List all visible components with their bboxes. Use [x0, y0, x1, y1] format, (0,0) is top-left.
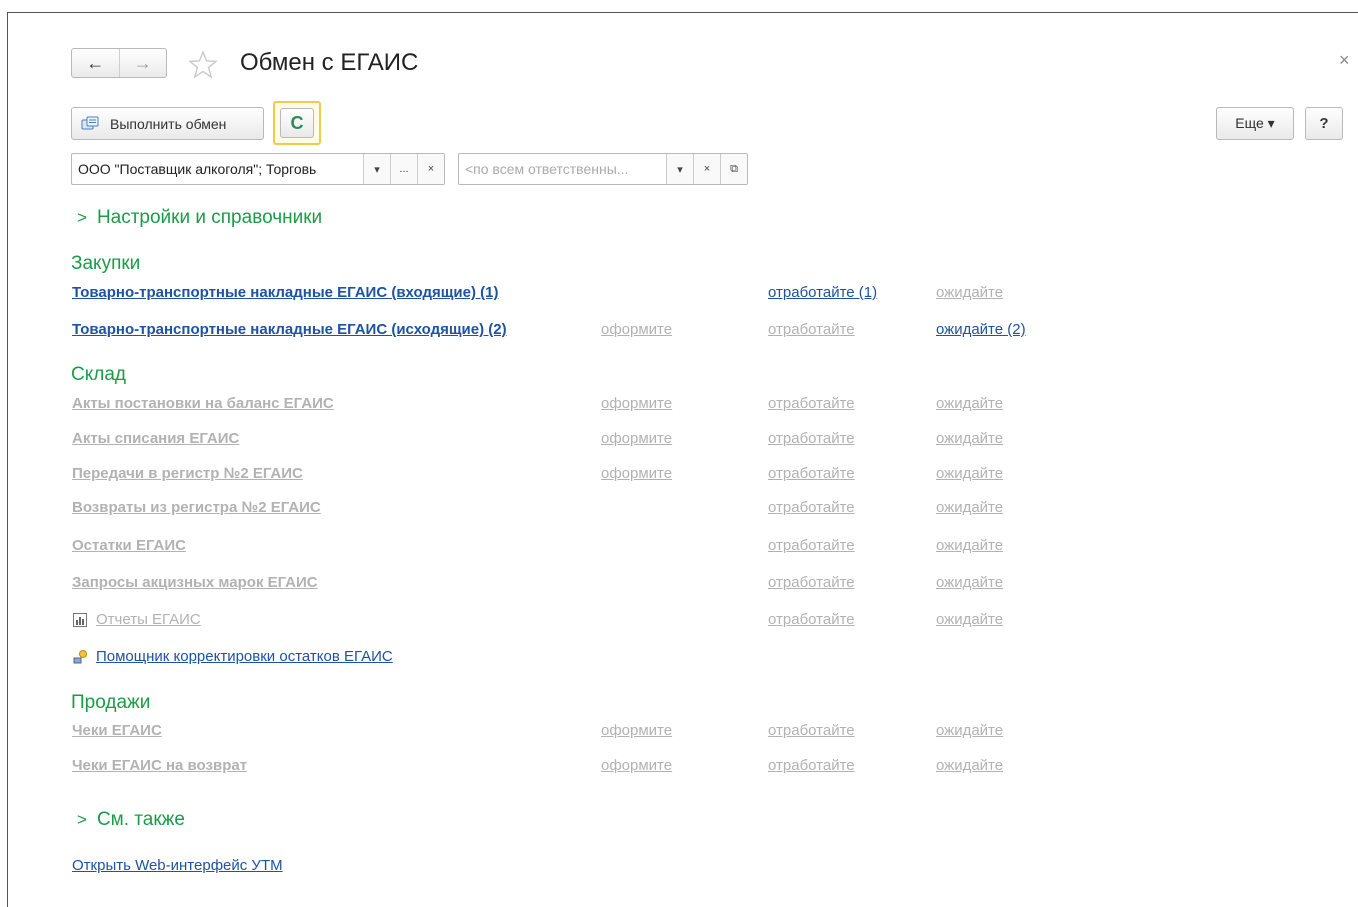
balance-acts-issue-link[interactable]: оформите [601, 395, 672, 412]
select-ellipsis-button[interactable]: ... [390, 154, 417, 184]
clear-icon[interactable]: × [417, 154, 444, 184]
writeoff-acts-wait-link[interactable]: ожидайте [936, 430, 1003, 447]
assistant-row: Помощник корректировки остатков ЕГАИС [72, 648, 393, 665]
return-receipts-link[interactable]: Чеки ЕГАИС на возврат [72, 757, 247, 774]
close-icon[interactable]: × [1339, 50, 1350, 71]
back-button[interactable]: ← [72, 49, 119, 77]
see-also-label: См. также [96, 809, 185, 830]
ttn-outgoing-link[interactable]: Товарно-транспортные накладные ЕГАИС (ис… [72, 321, 507, 338]
open-icon[interactable]: ⧉ [720, 154, 747, 184]
writeoff-acts-process-link[interactable]: отработайте [768, 430, 855, 447]
wizard-icon [73, 649, 87, 663]
ttn-outgoing-wait-link[interactable]: ожидайте (2) [936, 321, 1026, 338]
responsible-field[interactable]: <по всем ответственны... [459, 154, 666, 184]
return-receipts-process-link[interactable]: отработайте [768, 757, 855, 774]
ttn-incoming-link[interactable]: Товарно-транспортные накладные ЕГАИС (вх… [72, 284, 498, 301]
favorite-star-icon[interactable] [188, 50, 218, 80]
reports-process-link[interactable]: отработайте [768, 611, 855, 628]
clear-icon[interactable]: × [693, 154, 720, 184]
help-button[interactable]: ? [1305, 107, 1343, 140]
page-title: Обмен с ЕГАИС [240, 49, 419, 76]
refresh-button[interactable]: C [280, 108, 314, 138]
stock-balances-wait-link[interactable]: ожидайте [936, 537, 1003, 554]
receipts-wait-link[interactable]: ожидайте [936, 722, 1003, 739]
register2-returns-process-link[interactable]: отработайте [768, 499, 855, 516]
history-nav: ← → [71, 48, 167, 78]
exchange-icon [81, 116, 99, 129]
chevron-right-icon: > [77, 810, 87, 829]
reports-link[interactable]: Отчеты ЕГАИС [96, 611, 201, 628]
excise-stamp-requests-link[interactable]: Запросы акцизных марок ЕГАИС [72, 574, 318, 591]
register2-transfers-issue-link[interactable]: оформите [601, 465, 672, 482]
reports-row: Отчеты ЕГАИС [72, 611, 201, 628]
receipts-issue-link[interactable]: оформите [601, 722, 672, 739]
utm-web-interface-link[interactable]: Открыть Web-интерфейс УТМ [72, 857, 283, 874]
settings-group-toggle[interactable]: > Настройки и справочники [71, 207, 322, 229]
return-receipts-wait-link[interactable]: ожидайте [936, 757, 1003, 774]
forward-button[interactable]: → [118, 49, 167, 77]
chevron-right-icon: > [77, 208, 87, 227]
writeoff-acts-link[interactable]: Акты списания ЕГАИС [72, 430, 239, 447]
organization-filter: ООО "Поставщик алкоголя"; Торговь ▾ ... … [71, 153, 445, 185]
register2-returns-link[interactable]: Возвраты из регистра №2 ЕГАИС [72, 499, 321, 516]
section-title-sales: Продажи [71, 692, 151, 713]
ttn-incoming-process-link[interactable]: отработайте (1) [768, 284, 877, 301]
balance-acts-link[interactable]: Акты постановки на баланс ЕГАИС [72, 395, 334, 412]
section-title-purchases: Закупки [71, 253, 141, 274]
excise-stamp-requests-wait-link[interactable]: ожидайте [936, 574, 1003, 591]
reports-wait-link[interactable]: ожидайте [936, 611, 1003, 628]
settings-group-label: Настройки и справочники [96, 207, 323, 228]
organization-field[interactable]: ООО "Поставщик алкоголя"; Торговь [72, 154, 363, 184]
report-icon [73, 612, 87, 627]
ttn-outgoing-issue-link[interactable]: оформите [601, 321, 672, 338]
register2-transfers-link[interactable]: Передачи в регистр №2 ЕГАИС [72, 465, 303, 482]
balance-acts-process-link[interactable]: отработайте [768, 395, 855, 412]
balance-acts-wait-link[interactable]: ожидайте [936, 395, 1003, 412]
receipts-link[interactable]: Чеки ЕГАИС [72, 722, 162, 739]
chevron-down-icon[interactable]: ▾ [363, 154, 390, 184]
exchange-button-label: Выполнить обмен [110, 115, 227, 132]
section-title-warehouse: Склад [71, 364, 126, 385]
more-button[interactable]: Еще ▾ [1216, 107, 1294, 140]
ttn-incoming-wait-link[interactable]: ожидайте [936, 284, 1003, 301]
receipts-process-link[interactable]: отработайте [768, 722, 855, 739]
ttn-outgoing-process-link[interactable]: отработайте [768, 321, 855, 338]
writeoff-acts-issue-link[interactable]: оформите [601, 430, 672, 447]
see-also-toggle[interactable]: > См. также [71, 809, 185, 831]
chevron-down-icon[interactable]: ▾ [666, 154, 693, 184]
stock-balances-process-link[interactable]: отработайте [768, 537, 855, 554]
exchange-button[interactable]: Выполнить обмен [71, 107, 264, 140]
register2-transfers-wait-link[interactable]: ожидайте [936, 465, 1003, 482]
register2-transfers-process-link[interactable]: отработайте [768, 465, 855, 482]
register2-returns-wait-link[interactable]: ожидайте [936, 499, 1003, 516]
return-receipts-issue-link[interactable]: оформите [601, 757, 672, 774]
stock-balances-link[interactable]: Остатки ЕГАИС [72, 537, 186, 554]
refresh-button-focus: C [273, 101, 321, 145]
refresh-icon: C [290, 112, 304, 133]
assistant-link[interactable]: Помощник корректировки остатков ЕГАИС [96, 648, 393, 665]
excise-stamp-requests-process-link[interactable]: отработайте [768, 574, 855, 591]
responsible-filter: <по всем ответственны... ▾ × ⧉ [458, 153, 748, 185]
